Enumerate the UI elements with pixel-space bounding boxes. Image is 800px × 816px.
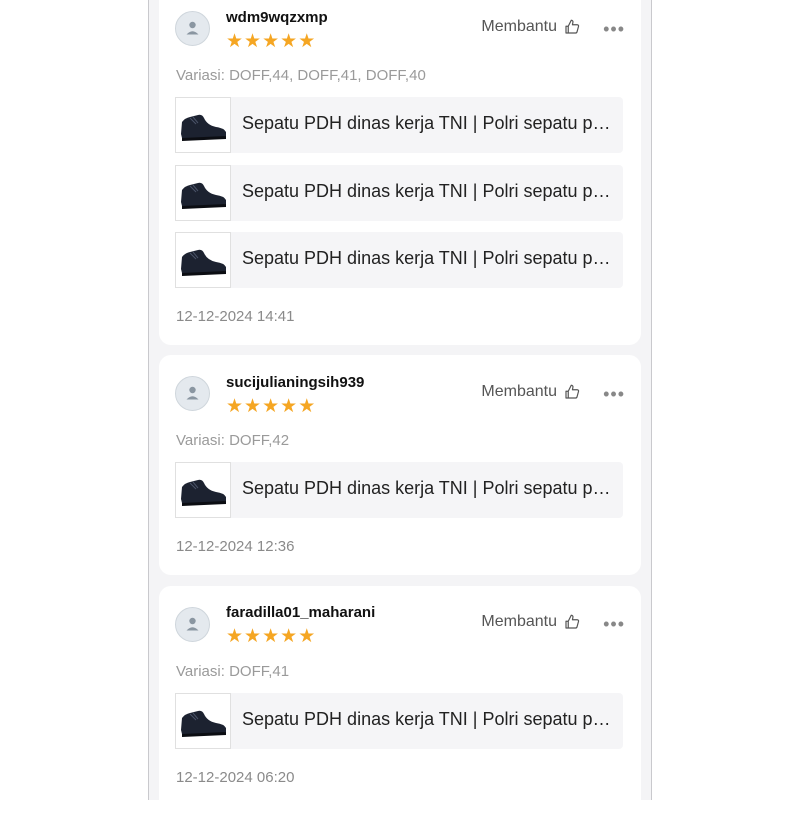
helpful-button[interactable]: Membantu xyxy=(481,18,581,36)
star-icon: ★ xyxy=(226,626,244,647)
product-item[interactable]: Sepatu PDH dinas kerja TNI | Polri sepat… xyxy=(175,97,623,153)
star-icon: ★ xyxy=(226,396,244,417)
product-title: Sepatu PDH dinas kerja TNI | Polri sepat… xyxy=(242,181,618,201)
shoe-thumbnail-icon xyxy=(175,165,231,221)
star-icon: ★ xyxy=(298,626,316,647)
star-icon: ★ xyxy=(226,31,244,52)
star-icon: ★ xyxy=(298,396,316,417)
helpful-button[interactable]: Membantu xyxy=(481,383,581,401)
product-title: Sepatu PDH dinas kerja TNI | Polri sepat… xyxy=(242,113,618,133)
review-card: faradilla01_maharani ★ ★ ★ ★ ★ Membantu … xyxy=(159,586,641,816)
shoe-thumbnail-icon xyxy=(175,693,231,749)
variation-text: Variasi: DOFF,42 xyxy=(176,432,290,449)
shoe-thumbnail-icon xyxy=(175,232,231,288)
star-icon: ★ xyxy=(298,31,316,52)
review-list: wdm9wqzxmp ★ ★ ★ ★ ★ Membantu ••• Varias… xyxy=(148,0,652,816)
star-icon: ★ xyxy=(262,626,280,647)
product-item[interactable]: Sepatu PDH dinas kerja TNI | Polri sepat… xyxy=(175,165,623,221)
product-title: Sepatu PDH dinas kerja TNI | Polri sepat… xyxy=(242,248,618,268)
helpful-label: Membantu xyxy=(481,383,557,400)
reviewer-name: wdm9wqzxmp xyxy=(226,9,328,26)
reviewer-name: faradilla01_maharani xyxy=(226,604,376,621)
product-item[interactable]: Sepatu PDH dinas kerja TNI | Polri sepat… xyxy=(175,232,623,288)
review-date: 12-12-2024 12:36 xyxy=(176,538,295,555)
product-title: Sepatu PDH dinas kerja TNI | Polri sepat… xyxy=(242,709,618,729)
review-card: wdm9wqzxmp ★ ★ ★ ★ ★ Membantu ••• Varias… xyxy=(159,0,641,345)
star-icon: ★ xyxy=(262,396,280,417)
more-options-button[interactable]: ••• xyxy=(603,385,625,403)
product-item[interactable]: Sepatu PDH dinas kerja TNI | Polri sepat… xyxy=(175,693,623,749)
star-icon: ★ xyxy=(244,396,262,417)
thumbs-up-icon xyxy=(565,384,580,399)
thumbs-up-icon xyxy=(565,19,580,34)
star-icon: ★ xyxy=(244,626,262,647)
helpful-button[interactable]: Membantu xyxy=(481,613,581,631)
user-avatar-icon[interactable] xyxy=(175,376,210,411)
review-date: 12-12-2024 06:20 xyxy=(176,769,295,786)
helpful-label: Membantu xyxy=(481,18,557,35)
user-avatar-icon[interactable] xyxy=(175,11,210,46)
shoe-thumbnail-icon xyxy=(175,97,231,153)
product-item[interactable]: Sepatu PDH dinas kerja TNI | Polri sepat… xyxy=(175,462,623,518)
more-options-button[interactable]: ••• xyxy=(603,20,625,38)
thumbs-up-icon xyxy=(565,614,580,629)
user-avatar-icon[interactable] xyxy=(175,607,210,642)
product-title: Sepatu PDH dinas kerja TNI | Polri sepat… xyxy=(242,478,618,498)
star-rating: ★ ★ ★ ★ ★ xyxy=(226,626,316,647)
variation-text: Variasi: DOFF,41 xyxy=(176,663,290,680)
helpful-label: Membantu xyxy=(481,613,557,630)
more-options-button[interactable]: ••• xyxy=(603,615,625,633)
star-icon: ★ xyxy=(280,31,298,52)
star-icon: ★ xyxy=(262,31,280,52)
star-icon: ★ xyxy=(280,626,298,647)
star-rating: ★ ★ ★ ★ ★ xyxy=(226,31,316,52)
reviewer-name: sucijulianingsih939 xyxy=(226,374,365,391)
star-rating: ★ ★ ★ ★ ★ xyxy=(226,396,316,417)
variation-text: Variasi: DOFF,44, DOFF,41, DOFF,40 xyxy=(176,67,426,84)
review-date: 12-12-2024 14:41 xyxy=(176,308,295,325)
star-icon: ★ xyxy=(244,31,262,52)
review-card: sucijulianingsih939 ★ ★ ★ ★ ★ Membantu •… xyxy=(159,355,641,575)
star-icon: ★ xyxy=(280,396,298,417)
shoe-thumbnail-icon xyxy=(175,462,231,518)
